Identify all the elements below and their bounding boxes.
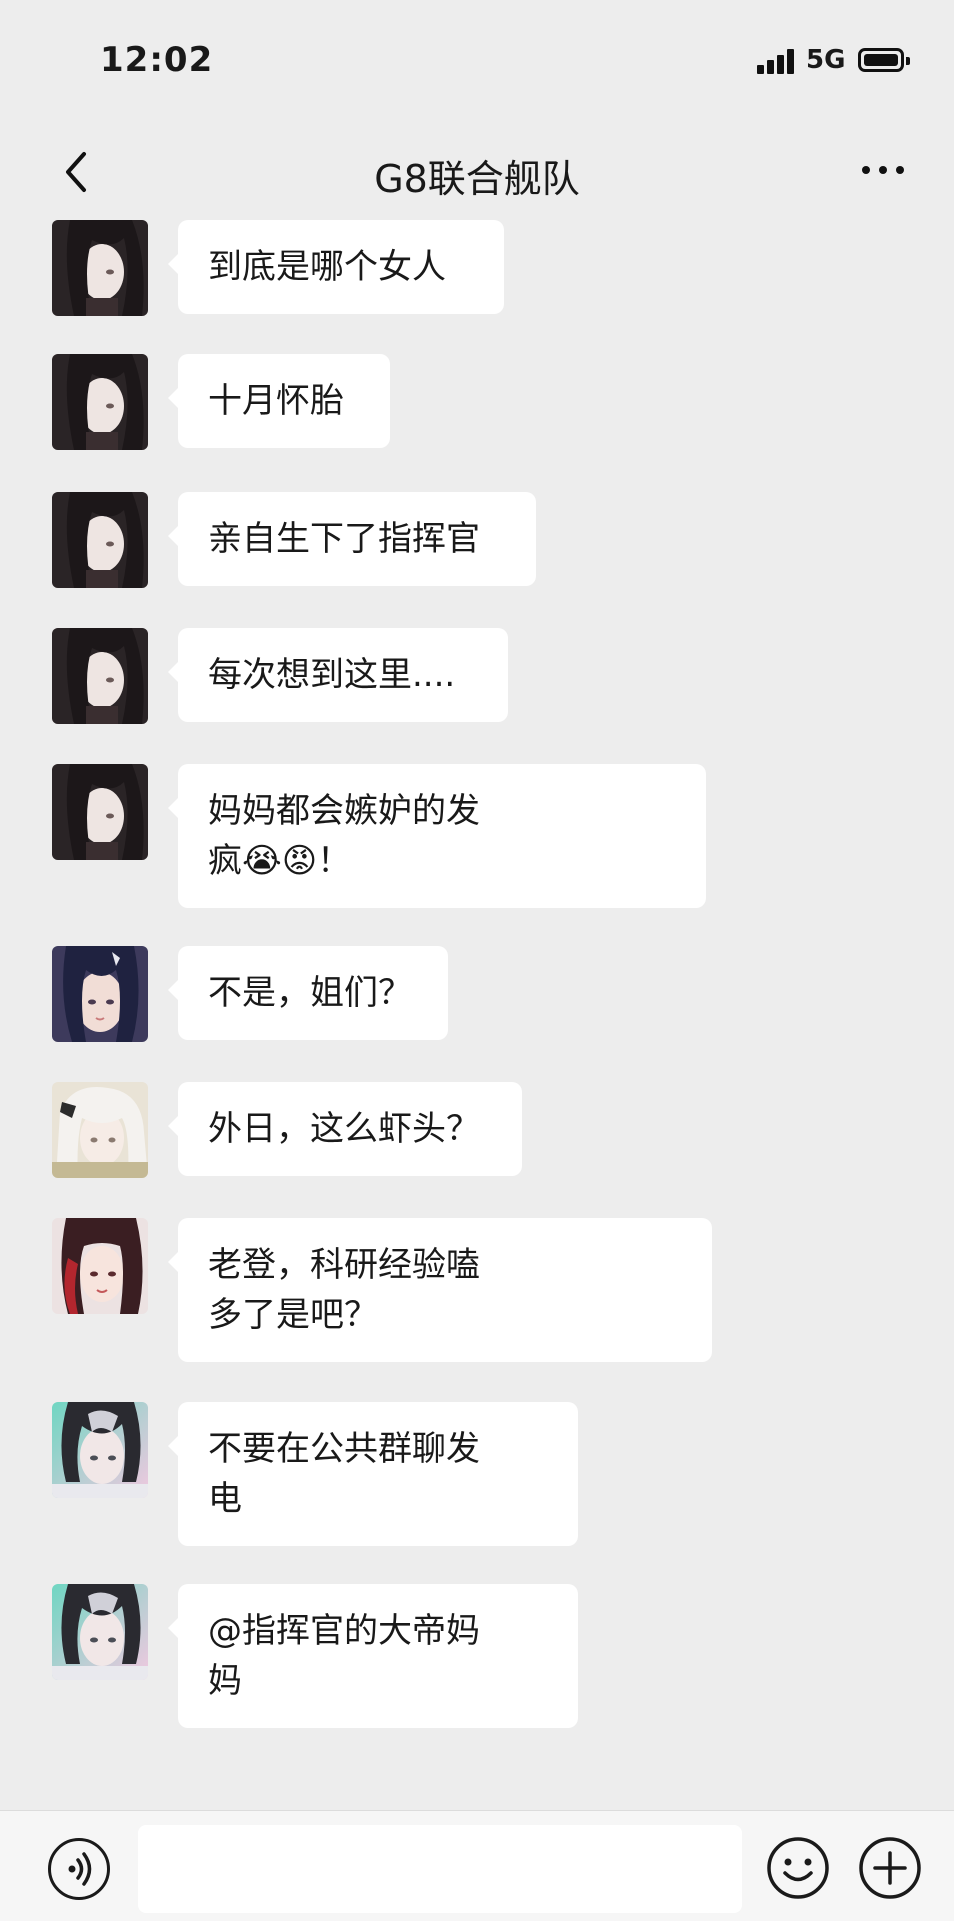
message-bubble[interactable]: 妈妈都会嫉妒的发 疯😭😡！	[168, 764, 706, 908]
avatar[interactable]	[52, 1218, 148, 1314]
message-bubble[interactable]: 十月怀胎	[168, 354, 390, 448]
emoji-icon[interactable]	[766, 1836, 830, 1900]
avatar[interactable]	[52, 764, 148, 860]
signal-icon	[757, 48, 797, 74]
message-bubble[interactable]: @指挥官的大帝妈 妈	[168, 1584, 578, 1728]
voice-icon[interactable]	[48, 1838, 110, 1900]
message-bubble[interactable]: 每次想到这里....	[168, 628, 508, 722]
message-bubble[interactable]: 亲自生下了指挥官	[168, 492, 536, 586]
input-bar	[0, 1810, 954, 1921]
message-bubble[interactable]: 不要在公共群聊发 电	[168, 1402, 578, 1546]
network-type: 5G	[806, 45, 846, 75]
status-bar: 12:02 5G	[0, 0, 954, 120]
message-input[interactable]	[138, 1825, 742, 1913]
avatar[interactable]	[52, 1082, 148, 1178]
message-list[interactable]: 到底是哪个女人 十月怀胎亲自生下了指挥官 每次想到这里.... 妈妈都会嫉妒的发 疯😭…	[0, 220, 954, 1810]
avatar[interactable]	[52, 1584, 148, 1680]
status-time: 12:02	[100, 40, 214, 80]
plus-icon[interactable]	[858, 1836, 922, 1900]
message-bubble[interactable]: 不是，姐们？	[168, 946, 448, 1040]
battery-icon	[858, 48, 910, 72]
avatar[interactable]	[52, 220, 148, 316]
message-bubble[interactable]: 外日，这么虾头？	[168, 1082, 522, 1176]
message-bubble[interactable]: 老登，科研经验嗑 多了是吧？	[168, 1218, 712, 1362]
avatar[interactable]	[52, 492, 148, 588]
avatar[interactable]	[52, 628, 148, 724]
avatar[interactable]	[52, 1402, 148, 1498]
chat-title: G8联合舰队	[374, 157, 580, 201]
more-dots-icon[interactable]	[860, 160, 906, 180]
nav-bar: G8联合舰队	[0, 120, 954, 220]
message-bubble[interactable]: 到底是哪个女人	[168, 220, 504, 314]
avatar[interactable]	[52, 946, 148, 1042]
avatar[interactable]	[52, 354, 148, 450]
